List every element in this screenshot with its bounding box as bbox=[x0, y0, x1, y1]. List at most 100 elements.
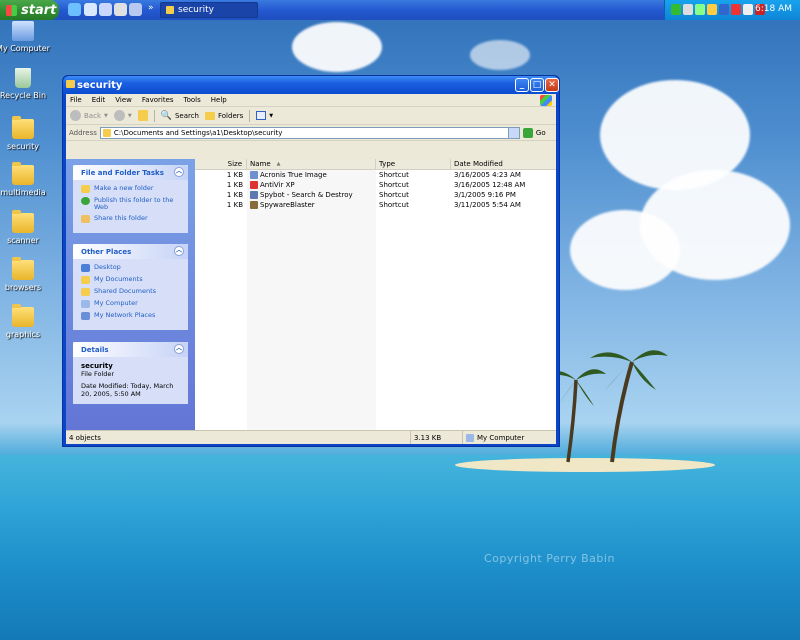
quicklaunch-chevron-icon[interactable]: » bbox=[148, 3, 154, 13]
desktop-icon-scanner[interactable]: scanner bbox=[0, 210, 53, 245]
views-button[interactable]: ▼ bbox=[256, 111, 273, 120]
up-folder-icon[interactable] bbox=[137, 110, 148, 121]
column-label: Name bbox=[250, 160, 271, 168]
collapse-chevron-icon[interactable]: ︿ bbox=[174, 344, 184, 354]
folder-icon bbox=[12, 257, 34, 280]
place-my-documents[interactable]: My Documents bbox=[81, 276, 182, 284]
go-label: Go bbox=[535, 128, 546, 137]
place-my-network-places[interactable]: My Network Places bbox=[81, 312, 182, 320]
search-icon: 🔍 bbox=[160, 110, 172, 121]
quicklaunch-user-icon[interactable] bbox=[129, 3, 142, 16]
taskbar: start » security 6:18 AM bbox=[0, 0, 800, 20]
go-button[interactable]: Go bbox=[522, 127, 546, 138]
toolbar-separator bbox=[153, 109, 155, 122]
panel-header[interactable]: File and Folder Tasks ︿ bbox=[73, 165, 188, 180]
place-desktop[interactable]: Desktop bbox=[81, 264, 182, 272]
file-name-cell: SpywareBlaster bbox=[247, 200, 376, 210]
folder-icon bbox=[66, 80, 75, 88]
search-button[interactable]: 🔍 Search bbox=[161, 111, 199, 121]
title-bar[interactable]: security _ □ ✕ bbox=[63, 76, 559, 94]
task-label: Share this folder bbox=[94, 214, 148, 222]
task-make-new-folder[interactable]: Make a new folder bbox=[81, 185, 182, 193]
file-date: 3/11/2005 5:54 AM bbox=[454, 201, 521, 209]
tray-icon[interactable] bbox=[731, 4, 741, 15]
back-button[interactable]: Back ▼ bbox=[70, 110, 108, 121]
quicklaunch-app-icon[interactable] bbox=[99, 3, 112, 16]
dropdown-arrow-icon: ▼ bbox=[269, 112, 274, 119]
file-date: 3/16/2005 4:23 AM bbox=[454, 171, 521, 179]
file-row[interactable]: 1 KB Spybot - Search & Destroy Shortcut … bbox=[195, 190, 556, 200]
file-row[interactable]: 1 KB SpywareBlaster Shortcut 3/11/2005 5… bbox=[195, 200, 556, 210]
menu-tools[interactable]: Tools bbox=[184, 96, 201, 104]
address-input[interactable]: C:\Documents and Settings\a1\Desktop\sec… bbox=[99, 126, 520, 139]
desktop-icon-multimedia[interactable]: multimedia bbox=[0, 162, 53, 197]
collapse-chevron-icon[interactable]: ︿ bbox=[174, 167, 184, 177]
desktop-icon-browsers[interactable]: browsers bbox=[0, 257, 53, 292]
folder-icon bbox=[102, 128, 111, 137]
folder-icon bbox=[12, 304, 34, 327]
task-share-folder[interactable]: Share this folder bbox=[81, 215, 182, 223]
column-type[interactable]: Type bbox=[376, 159, 451, 169]
taskbar-button-security[interactable]: security bbox=[160, 2, 258, 18]
place-label: Desktop bbox=[94, 263, 121, 271]
place-label: Shared Documents bbox=[94, 287, 157, 295]
menu-favorites[interactable]: Favorites bbox=[142, 96, 174, 104]
address-label: Address bbox=[69, 128, 97, 137]
menu-view[interactable]: View bbox=[115, 96, 132, 104]
desktop-icon-graphics[interactable]: graphics bbox=[0, 304, 53, 339]
details-kind: File Folder bbox=[81, 370, 115, 378]
panel-title: Other Places bbox=[81, 247, 132, 256]
desktop-icon-my-computer[interactable]: My Computer bbox=[0, 21, 53, 53]
computer-icon bbox=[12, 21, 34, 41]
computer-icon bbox=[466, 433, 474, 442]
cloud bbox=[570, 210, 680, 290]
folders-button[interactable]: Folders bbox=[205, 111, 244, 120]
quicklaunch-ie-icon[interactable] bbox=[68, 3, 81, 16]
start-button[interactable]: start bbox=[0, 0, 59, 20]
desktop-icon-label: browsers bbox=[4, 283, 42, 292]
desktop-icon-security[interactable]: security bbox=[0, 116, 53, 151]
tray-icon[interactable] bbox=[683, 4, 693, 15]
minimize-button[interactable]: _ bbox=[515, 78, 529, 92]
tray-icon[interactable] bbox=[671, 4, 681, 15]
column-size[interactable]: Size bbox=[195, 159, 247, 169]
details-name: security bbox=[81, 362, 113, 370]
place-my-computer[interactable]: My Computer bbox=[81, 300, 182, 308]
forward-arrow-icon bbox=[113, 110, 125, 121]
column-date-modified[interactable]: Date Modified bbox=[451, 159, 555, 169]
window-title: security bbox=[77, 79, 123, 91]
menu-file[interactable]: File bbox=[70, 96, 82, 104]
desktop-icon-recycle-bin[interactable]: Recycle Bin bbox=[0, 68, 53, 100]
explorer-window: security _ □ ✕ File Edit View Favorites … bbox=[62, 75, 560, 447]
windows-logo-icon bbox=[540, 95, 552, 106]
file-date: 3/1/2005 9:16 PM bbox=[454, 191, 516, 199]
quicklaunch-explorer-icon[interactable] bbox=[84, 3, 97, 16]
start-label: start bbox=[21, 2, 57, 18]
desktop-icon-label: multimedia bbox=[0, 188, 46, 197]
panel-header[interactable]: Details ︿ bbox=[73, 342, 188, 357]
taskbar-button-label: security bbox=[178, 5, 214, 15]
folders-label: Folders bbox=[218, 111, 244, 120]
forward-button[interactable]: ▼ bbox=[113, 110, 132, 121]
address-dropdown-icon[interactable] bbox=[507, 127, 519, 138]
file-row[interactable]: 1 KB Acronis True Image Shortcut 3/16/20… bbox=[195, 170, 556, 180]
tray-icon[interactable] bbox=[743, 4, 753, 15]
place-shared-documents[interactable]: Shared Documents bbox=[81, 288, 182, 296]
tray-icon[interactable] bbox=[707, 4, 717, 15]
details-modified: Date Modified: Today, March 20, 2005, 5:… bbox=[81, 382, 174, 398]
maximize-button[interactable]: □ bbox=[530, 78, 544, 92]
menu-help[interactable]: Help bbox=[211, 96, 227, 104]
menu-edit[interactable]: Edit bbox=[92, 96, 106, 104]
network-icon bbox=[81, 312, 90, 320]
close-button[interactable]: ✕ bbox=[545, 78, 559, 92]
task-publish-to-web[interactable]: Publish this folder to the Web bbox=[81, 197, 182, 211]
column-label: Type bbox=[379, 160, 396, 168]
file-row[interactable]: 1 KB AntiVir XP Shortcut 3/16/2005 12:48… bbox=[195, 180, 556, 190]
tray-icon[interactable] bbox=[695, 4, 705, 15]
column-name[interactable]: Name ▲ bbox=[247, 159, 376, 169]
quicklaunch-app-icon[interactable] bbox=[114, 3, 127, 16]
collapse-chevron-icon[interactable]: ︿ bbox=[174, 246, 184, 256]
tray-icon[interactable] bbox=[719, 4, 729, 15]
panel-header[interactable]: Other Places ︿ bbox=[73, 244, 188, 259]
recycle-bin-icon bbox=[15, 68, 31, 88]
